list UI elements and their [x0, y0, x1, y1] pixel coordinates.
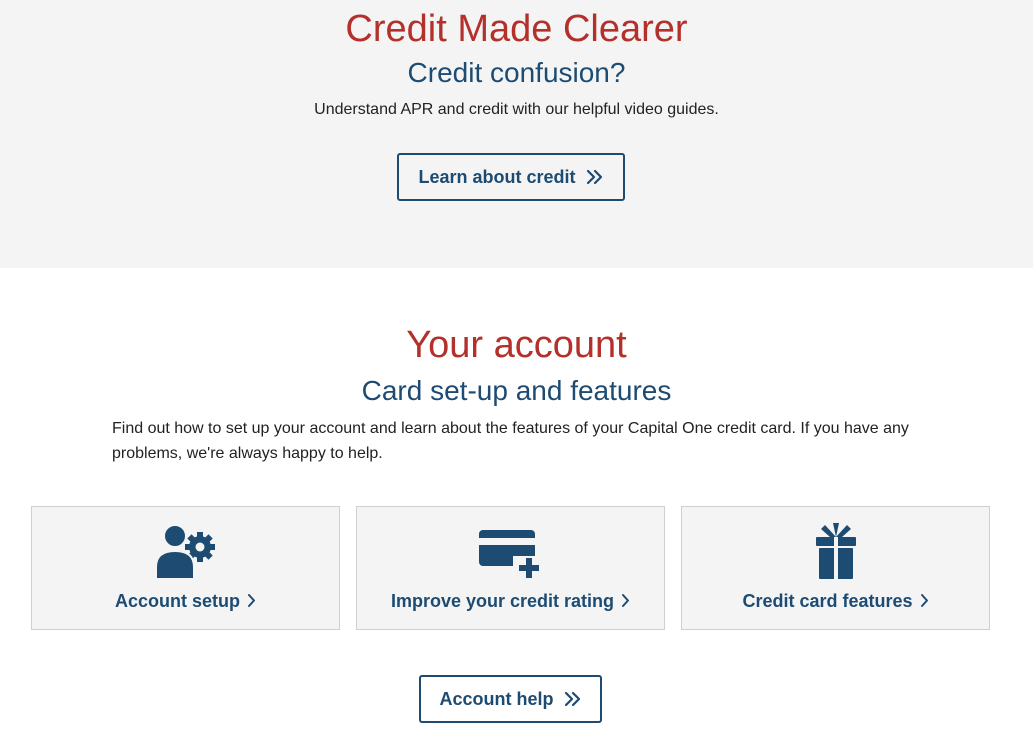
- credit-card-plus-icon: [478, 530, 545, 579]
- chevron-right-icon: [248, 594, 255, 607]
- account-setup-label: Account setup: [114, 591, 240, 611]
- tile-icon-wrap: [357, 523, 664, 579]
- account-help-button[interactable]: Account help: [419, 675, 602, 723]
- page: Credit Made Clearer Credit confusion? Un…: [0, 0, 1033, 752]
- double-chevron-right-icon: [564, 691, 580, 707]
- hero-title: Credit Made Clearer: [345, 8, 688, 50]
- account-section-description: Find out how to set up your account and …: [112, 420, 909, 462]
- tile-icon-wrap: [682, 523, 989, 579]
- credit-card-features-label-row: Credit card features: [682, 589, 989, 613]
- improve-credit-rating-label-row: Improve your credit rating: [357, 589, 664, 613]
- tile-icon-wrap: [32, 523, 339, 579]
- improve-credit-rating-tile[interactable]: Improve your credit rating: [356, 506, 665, 630]
- double-chevron-right-icon: [586, 169, 602, 185]
- credit-card-features-tile[interactable]: Credit card features: [681, 506, 990, 630]
- learn-about-credit-label: Learn about credit: [418, 166, 576, 187]
- account-section-subtitle: Card set-up and features: [361, 375, 672, 406]
- account-section-title: Your account: [406, 324, 627, 366]
- chevron-right-icon: [920, 594, 928, 607]
- hero-subtitle: Credit confusion?: [407, 57, 626, 88]
- learn-about-credit-button[interactable]: Learn about credit: [397, 153, 625, 201]
- account-setup-label-row: Account setup: [32, 589, 339, 613]
- gift-icon: [815, 523, 856, 579]
- improve-credit-rating-label: Improve your credit rating: [390, 591, 615, 611]
- account-help-label: Account help: [439, 688, 554, 709]
- hero-description: Understand APR and credit with our helpf…: [314, 101, 719, 118]
- chevron-right-icon: [622, 594, 630, 607]
- user-gear-icon: [154, 524, 215, 579]
- credit-card-features-label: Credit card features: [742, 591, 913, 611]
- credit-hero-section: Credit Made Clearer Credit confusion? Un…: [0, 0, 1033, 268]
- account-setup-tile[interactable]: Account setup: [31, 506, 340, 630]
